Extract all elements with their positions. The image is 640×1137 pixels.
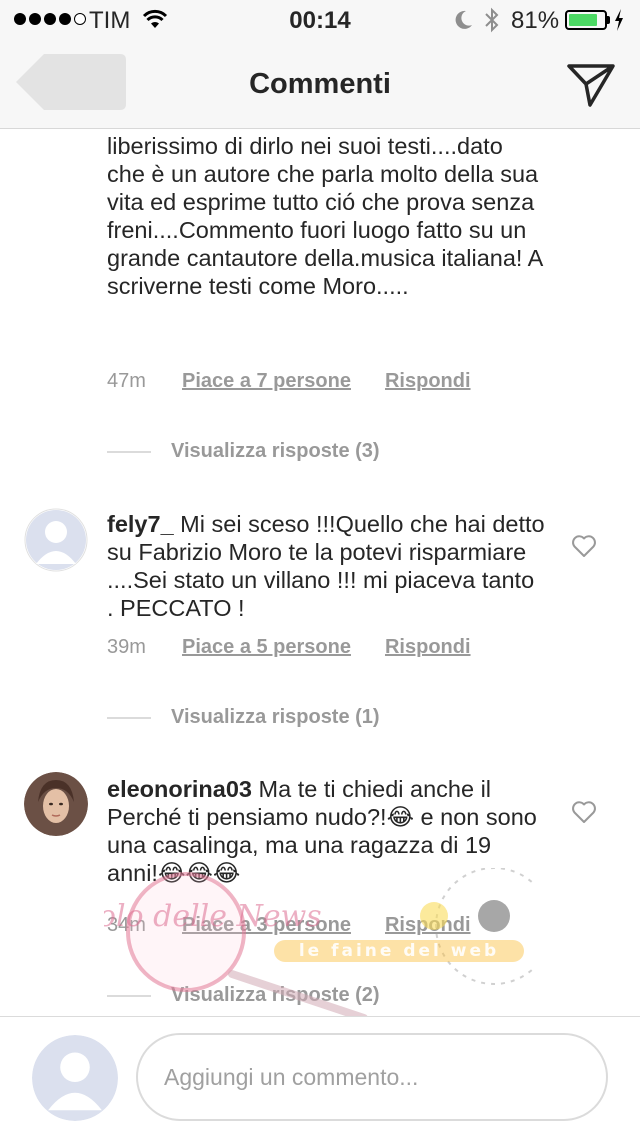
comment-time: 47m: [107, 370, 146, 392]
divider-line: [107, 994, 151, 997]
divider-line: [107, 450, 151, 453]
view-replies-button[interactable]: Visualizza risposte (1): [107, 706, 380, 729]
comment-meta: 39m Piace a 5 persone Rispondi: [107, 636, 471, 659]
battery-percentage: 81%: [511, 7, 560, 34]
my-avatar: [32, 1035, 118, 1121]
reply-button[interactable]: Rispondi: [385, 370, 471, 393]
comment-likes-link[interactable]: Piace a 7 persone: [182, 370, 351, 393]
divider-line: [107, 716, 151, 719]
avatar[interactable]: [24, 508, 88, 572]
avatar[interactable]: [24, 772, 88, 836]
comment-input[interactable]: [136, 1033, 608, 1121]
comment-meta: 34m Piace a 3 persone Rispondi: [107, 914, 471, 937]
default-avatar-icon: [24, 508, 88, 572]
comment-time: 39m: [107, 636, 146, 658]
comment-likes-link[interactable]: Piace a 3 persone: [182, 914, 351, 937]
like-heart-icon[interactable]: [571, 800, 597, 824]
view-replies-label: Visualizza risposte (2): [171, 984, 380, 1006]
comment-meta: 47m Piace a 7 persone Rispondi: [107, 370, 471, 393]
profile-photo: [24, 772, 88, 836]
comment-time: 34m: [107, 914, 146, 936]
reply-button[interactable]: Rispondi: [385, 914, 471, 937]
comment-username[interactable]: eleonorina03: [107, 776, 252, 802]
comment-likes-link[interactable]: Piace a 5 persone: [182, 636, 351, 659]
comment-text: eleonorina03 Ma te ti chiedi anche il Pe…: [107, 775, 547, 887]
view-replies-button[interactable]: Visualizza risposte (2): [107, 984, 380, 1007]
bluetooth-icon: [485, 7, 499, 33]
comments-list[interactable]: liberissimo di dirlo nei suoi testi....d…: [0, 129, 640, 1016]
battery-level-fill: [569, 14, 597, 26]
like-heart-icon[interactable]: [571, 534, 597, 558]
page-title: Commenti: [249, 68, 391, 100]
default-avatar-icon: [32, 1035, 118, 1121]
do-not-disturb-moon-icon: [455, 10, 472, 29]
comment-username[interactable]: fely7_: [107, 511, 174, 537]
view-replies-label: Visualizza risposte (3): [171, 440, 380, 462]
send-icon[interactable]: [566, 62, 616, 108]
battery-cap: [607, 16, 610, 24]
view-replies-label: Visualizza risposte (1): [171, 706, 380, 728]
comment-text: liberissimo di dirlo nei suoi testi....d…: [107, 133, 543, 299]
status-bar: TIM 00:14 81%: [0, 0, 640, 40]
view-replies-button[interactable]: Visualizza risposte (3): [107, 440, 380, 463]
reply-button[interactable]: Rispondi: [385, 636, 471, 659]
comment-text: fely7_ Mi sei sceso !!!Quello che hai de…: [107, 510, 547, 622]
battery-icon: [565, 10, 607, 30]
comment-compose-bar: [0, 1016, 640, 1137]
navigation-bar: Commenti: [0, 40, 640, 129]
charging-bolt-icon: [615, 9, 623, 31]
